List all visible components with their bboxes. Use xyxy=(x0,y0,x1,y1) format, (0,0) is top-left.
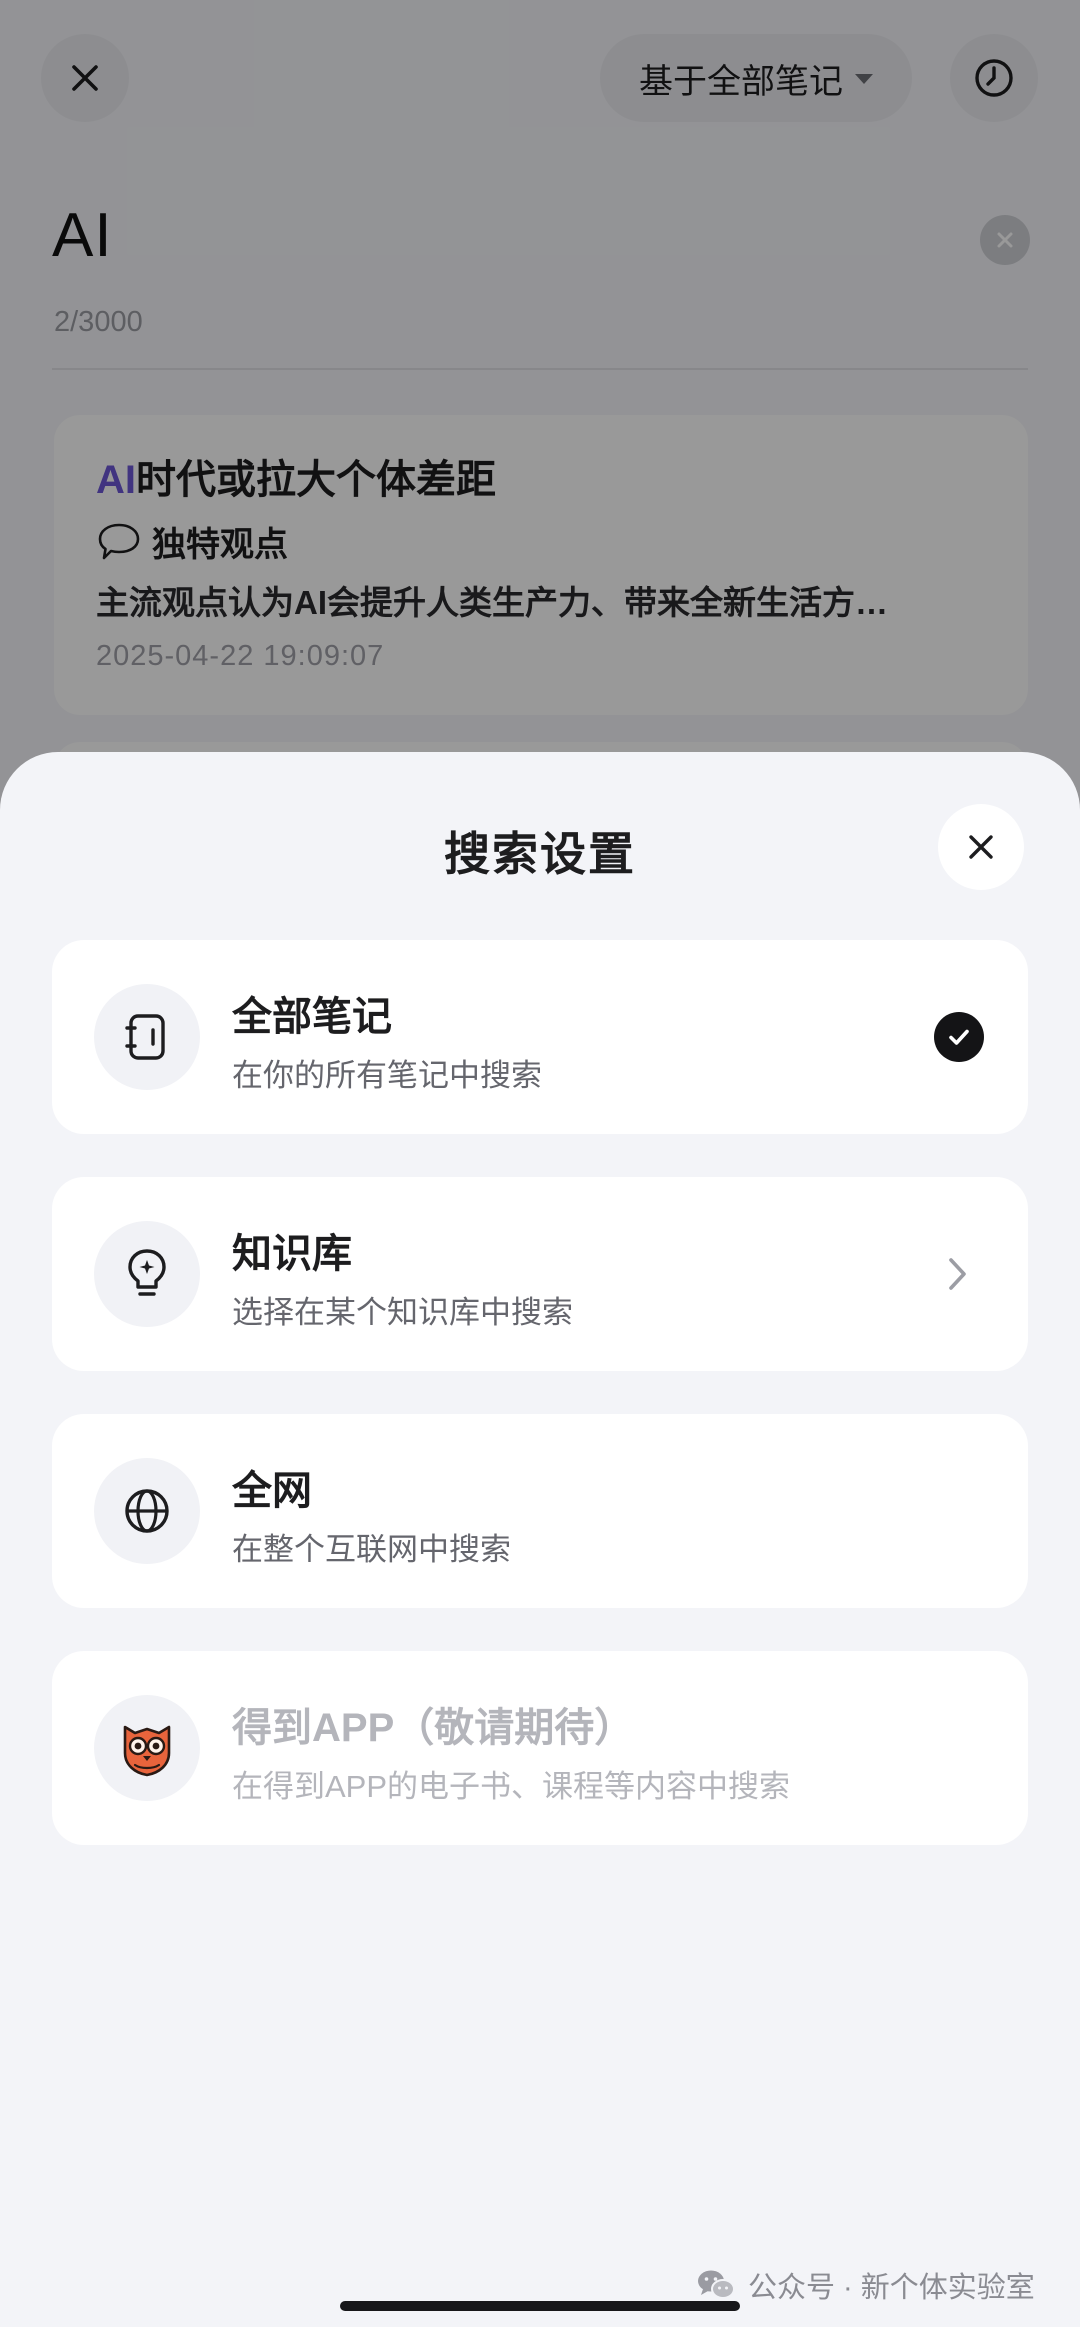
watermark: 公众号 · 新个体实验室 xyxy=(696,2264,1035,2306)
chevron-right-icon xyxy=(949,1258,966,1290)
close-sheet-button[interactable] xyxy=(938,804,1024,890)
sheet-title: 搜索设置 xyxy=(444,828,636,880)
watermark-text: 公众号 · 新个体实验室 xyxy=(748,2272,1035,2304)
option-all-notes[interactable]: 全部笔记 在你的所有笔记中搜索 xyxy=(52,940,1028,1134)
option-title: 全部笔记 xyxy=(232,995,392,1039)
option-title: 知识库 xyxy=(232,1232,352,1276)
option-description: 在整个互联网中搜索 xyxy=(232,1532,511,1567)
option-whole-web[interactable]: 全网 在整个互联网中搜索 xyxy=(52,1414,1028,1608)
option-description: 在得到APP的电子书、课程等内容中搜索 xyxy=(232,1769,791,1804)
option-dedao-app: 得到APP（敬请期待） 在得到APP的电子书、课程等内容中搜索 xyxy=(52,1651,1028,1845)
close-icon xyxy=(969,835,993,859)
option-knowledge-base[interactable]: 知识库 选择在某个知识库中搜索 xyxy=(52,1177,1028,1371)
option-description: 在你的所有笔记中搜索 xyxy=(232,1058,542,1093)
notebook-icon xyxy=(94,984,200,1090)
checkmark-icon xyxy=(934,1012,984,1062)
globe-icon xyxy=(94,1458,200,1564)
home-indicator[interactable] xyxy=(340,2301,740,2311)
option-title: 全网 xyxy=(232,1469,312,1513)
option-title: 得到APP（敬请期待） xyxy=(232,1706,635,1750)
wechat-icon xyxy=(698,2270,735,2299)
owl-logo-icon xyxy=(94,1695,200,1801)
option-description: 选择在某个知识库中搜索 xyxy=(232,1295,573,1330)
lightbulb-icon xyxy=(94,1221,200,1327)
